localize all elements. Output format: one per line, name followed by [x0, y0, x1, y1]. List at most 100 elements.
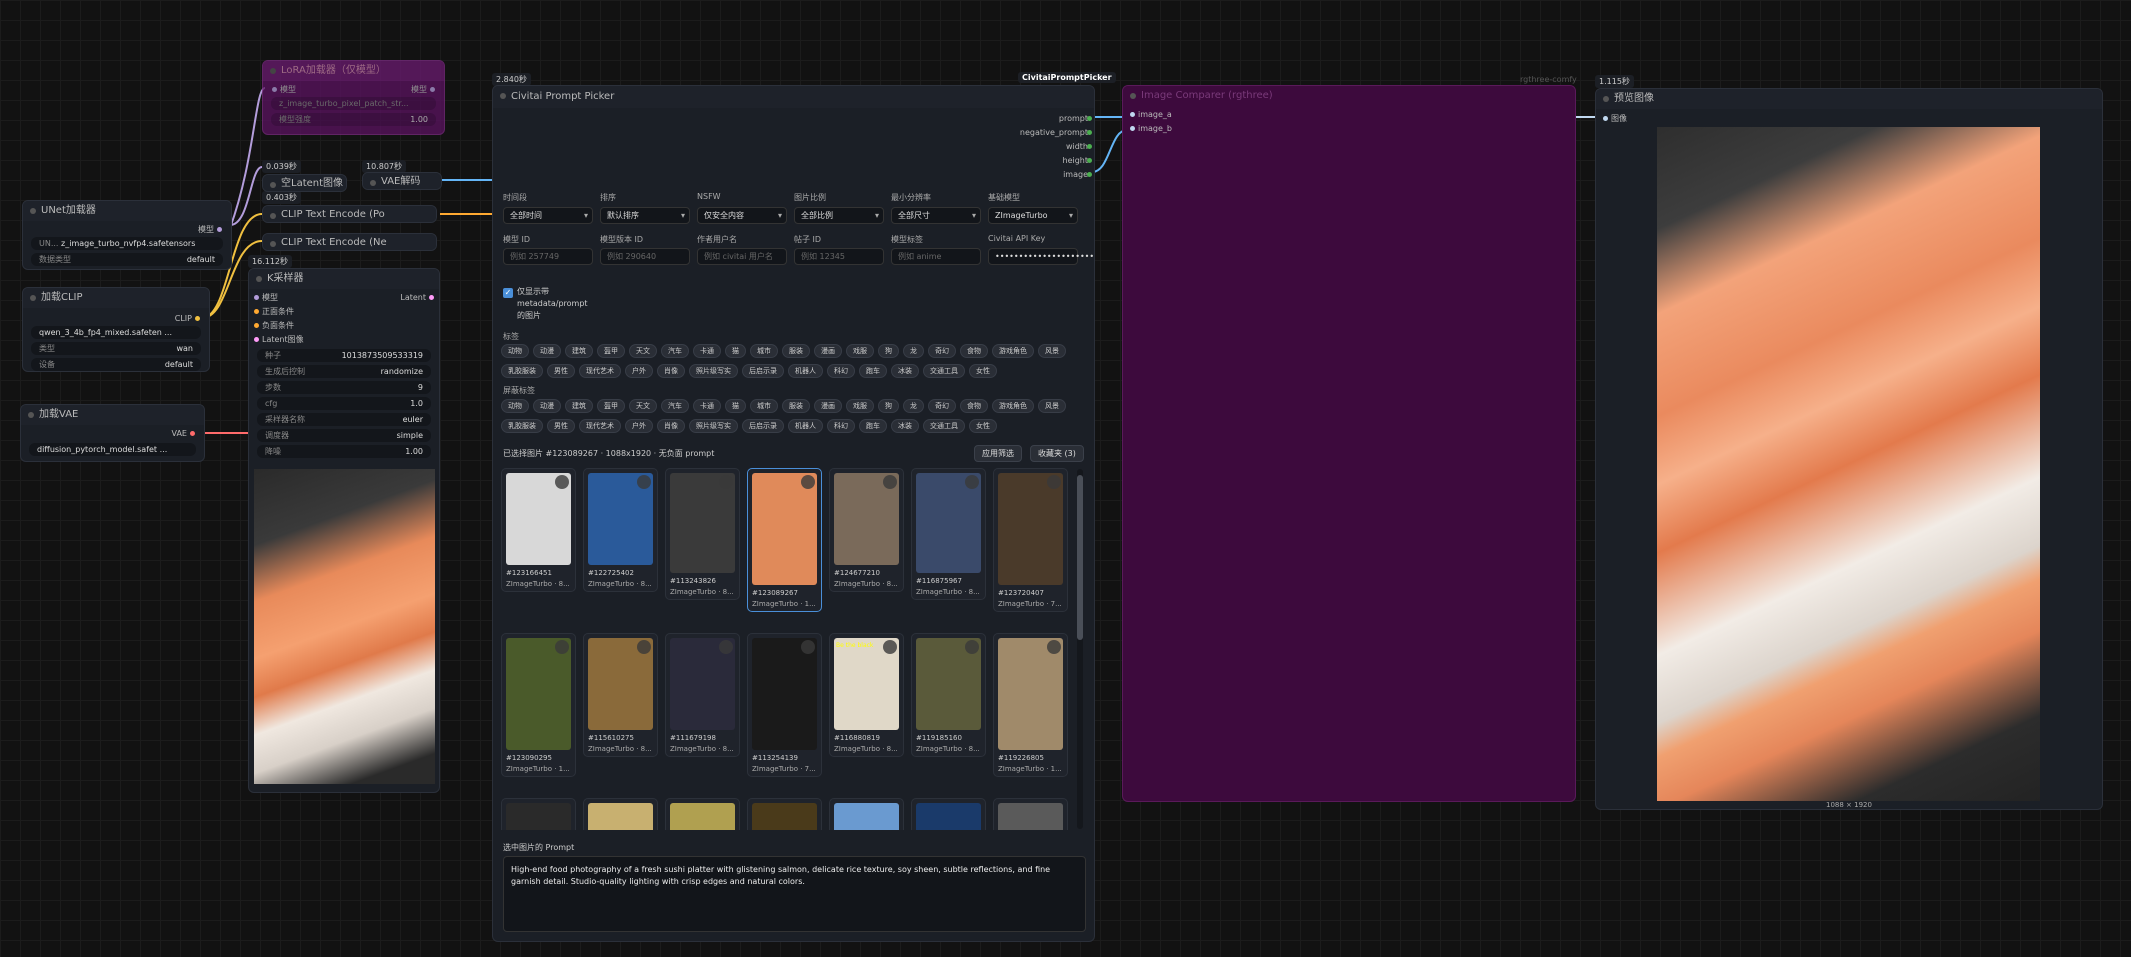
clip-type-widget[interactable]: 类型 wan — [31, 342, 201, 355]
unet-dtype-widget[interactable]: 数据类型 default — [31, 253, 223, 266]
image-card[interactable]: #123089267 ZImageTurbo · 1... — [747, 468, 822, 612]
only-meta-checkbox[interactable]: ✓ — [503, 288, 513, 298]
image-card[interactable]: #119226805 ZImageTurbo · 1... — [993, 633, 1068, 777]
block-tag-chip[interactable]: 女性 — [969, 419, 997, 433]
tag-chip[interactable]: 城市 — [750, 344, 778, 358]
filter-select[interactable]: 默认排序 — [600, 207, 690, 224]
preview-image-node[interactable]: 预览图像 图像 1088 × 1920 — [1595, 88, 2103, 810]
filter-select[interactable]: 仅安全内容 — [697, 207, 787, 224]
block-tag-chip[interactable]: 狗 — [878, 399, 899, 413]
image-card[interactable] — [747, 798, 822, 830]
image-card[interactable] — [583, 798, 658, 830]
sampler-widget[interactable]: 采样器名称 euler — [257, 413, 431, 426]
ks-output-latent[interactable]: Latent — [400, 293, 437, 303]
block-tag-chip[interactable]: 天文 — [629, 399, 657, 413]
ks-input-model[interactable]: 模型 — [251, 293, 278, 303]
scheduler-widget[interactable]: 调度器 simple — [257, 429, 431, 442]
image-card[interactable]: Be the black #116880819 ZImageTurbo · 8... — [829, 633, 904, 757]
block-tag-chip[interactable]: 卡通 — [693, 399, 721, 413]
image-card[interactable]: #122725402 ZImageTurbo · 8... — [583, 468, 658, 592]
block-tag-chip[interactable]: 交通工具 — [923, 419, 965, 433]
block-tag-chip[interactable]: 龙 — [903, 399, 924, 413]
image-card[interactable] — [501, 798, 576, 830]
tag-chip[interactable]: 户外 — [625, 364, 653, 378]
comparer-input-b[interactable]: image_b — [1127, 124, 1172, 134]
picker-output-image[interactable]: image — [1063, 170, 1088, 180]
tag-chip[interactable]: 风景 — [1038, 344, 1066, 358]
favorite-toggle-icon[interactable] — [965, 640, 979, 654]
favorite-toggle-icon[interactable] — [1047, 640, 1061, 654]
tag-chip[interactable]: 男性 — [547, 364, 575, 378]
tag-chip[interactable]: 机器人 — [788, 364, 823, 378]
ks-input-negative[interactable]: 负面条件 — [251, 321, 294, 331]
block-tag-chip[interactable]: 户外 — [625, 419, 653, 433]
tag-chip[interactable]: 龙 — [903, 344, 924, 358]
field-input[interactable]: •••••••••••••••••••••••••• — [988, 248, 1094, 265]
block-tag-chip[interactable]: 机器人 — [788, 419, 823, 433]
clip-device-widget[interactable]: 设备 default — [31, 358, 201, 371]
favorite-toggle-icon[interactable] — [883, 475, 897, 489]
favorite-toggle-icon[interactable] — [801, 475, 815, 489]
lora-file-widget[interactable]: z_image_turbo_pixel_patch_str... — [271, 97, 436, 110]
block-tag-chip[interactable]: 盔甲 — [597, 399, 625, 413]
favorite-toggle-icon[interactable] — [883, 640, 897, 654]
tag-chip[interactable]: 食物 — [960, 344, 988, 358]
clip-file-widget[interactable]: qwen_3_4b_fp4_mixed.safeten ... — [31, 326, 201, 339]
tag-chip[interactable]: 建筑 — [565, 344, 593, 358]
unet-output-model[interactable]: 模型 — [198, 225, 225, 235]
picker-output-negative-prompt[interactable]: negative_prompt — [1020, 128, 1088, 138]
favorite-toggle-icon[interactable] — [637, 475, 651, 489]
image-card[interactable]: #123090295 ZImageTurbo · 1... — [501, 633, 576, 777]
grid-scrollbar[interactable] — [1077, 469, 1083, 829]
image-card[interactable]: #113243826 ZImageTurbo · 8... — [665, 468, 740, 600]
block-tag-chip[interactable]: 动漫 — [533, 399, 561, 413]
lora-input-model[interactable]: 模型 — [269, 85, 296, 95]
preview-input-image[interactable]: 图像 — [1600, 114, 1627, 124]
clip-negative-node[interactable]: CLIP Text Encode (Ne — [262, 233, 437, 251]
ks-input-positive[interactable]: 正面条件 — [251, 307, 294, 317]
block-tag-chip[interactable]: 动物 — [501, 399, 529, 413]
tag-chip[interactable]: 动漫 — [533, 344, 561, 358]
image-card[interactable] — [829, 798, 904, 830]
block-tag-chip[interactable]: 漫画 — [814, 399, 842, 413]
image-card[interactable]: #116875967 ZImageTurbo · 8... — [911, 468, 986, 600]
tag-chip[interactable]: 动物 — [501, 344, 529, 358]
favorite-toggle-icon[interactable] — [965, 475, 979, 489]
clip-loader-node[interactable]: 加载CLIP CLIP qwen_3_4b_fp4_mixed.safeten … — [22, 287, 210, 372]
cfg-widget[interactable]: cfg 1.0 — [257, 397, 431, 410]
image-card[interactable]: #115610275 ZImageTurbo · 8... — [583, 633, 658, 757]
image-comparer-node[interactable]: Image Comparer (rgthree) image_a image_b — [1122, 85, 1576, 802]
unet-file-widget[interactable]: UN... z_image_turbo_nvfp4.safetensors — [31, 237, 223, 250]
tag-chip[interactable]: 奇幻 — [928, 344, 956, 358]
block-tag-chip[interactable]: 后启示录 — [742, 419, 784, 433]
block-tag-chip[interactable]: 猫 — [725, 399, 746, 413]
favorite-toggle-icon[interactable] — [555, 475, 569, 489]
vae-output[interactable]: VAE — [172, 429, 199, 439]
image-card[interactable]: #119185160 ZImageTurbo · 8... — [911, 633, 986, 757]
block-tag-chip[interactable]: 现代艺术 — [579, 419, 621, 433]
tag-chip[interactable]: 交通工具 — [923, 364, 965, 378]
favorite-toggle-icon[interactable] — [719, 475, 733, 489]
favorite-toggle-icon[interactable] — [637, 640, 651, 654]
tag-chip[interactable]: 狗 — [878, 344, 899, 358]
denoise-widget[interactable]: 降噪 1.00 — [257, 445, 431, 458]
image-card[interactable] — [993, 798, 1068, 830]
tag-chip[interactable]: 漫画 — [814, 344, 842, 358]
tag-chip[interactable]: 戏服 — [846, 344, 874, 358]
tag-chip[interactable]: 科幻 — [827, 364, 855, 378]
picker-output-prompt[interactable]: prompt — [1059, 114, 1088, 124]
block-tag-chip[interactable]: 科幻 — [827, 419, 855, 433]
tag-chip[interactable]: 跑车 — [859, 364, 887, 378]
unet-loader-node[interactable]: UNet加载器 模型 UN... z_image_turbo_nvfp4.saf… — [22, 200, 232, 270]
block-tag-chip[interactable]: 汽车 — [661, 399, 689, 413]
tag-chip[interactable]: 卡通 — [693, 344, 721, 358]
tag-chip[interactable]: 猫 — [725, 344, 746, 358]
block-tag-chip[interactable]: 城市 — [750, 399, 778, 413]
filter-select[interactable]: 全部时间 — [503, 207, 593, 224]
tag-chip[interactable]: 照片级写实 — [689, 364, 738, 378]
favorite-toggle-icon[interactable] — [1047, 475, 1061, 489]
image-card[interactable]: #123720407 ZImageTurbo · 7... — [993, 468, 1068, 612]
favorite-toggle-icon[interactable] — [555, 640, 569, 654]
steps-widget[interactable]: 步数 9 — [257, 381, 431, 394]
image-card[interactable]: #111679198 ZImageTurbo · 8... — [665, 633, 740, 757]
